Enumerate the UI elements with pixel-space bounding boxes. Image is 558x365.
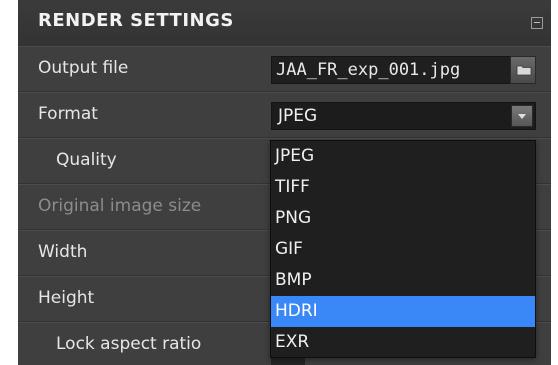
format-selected-value: JPEG — [278, 106, 318, 126]
format-option-bmp[interactable]: BMP — [271, 265, 535, 296]
panel-header: RENDER SETTINGS — [18, 0, 551, 47]
width-label: Width — [38, 242, 88, 262]
format-option-gif[interactable]: GIF — [271, 234, 535, 265]
format-option-exr[interactable]: EXR — [271, 327, 535, 358]
render-settings-panel: RENDER SETTINGS Output file JAA_FR_exp_0… — [18, 0, 551, 365]
row-format: Format JPEG — [18, 92, 551, 138]
panel-title: RENDER SETTINGS — [38, 10, 234, 31]
lock-aspect-ratio-label: Lock aspect ratio — [56, 334, 202, 354]
folder-icon — [516, 65, 532, 76]
browse-button[interactable] — [510, 56, 536, 84]
format-option-png[interactable]: PNG — [271, 203, 535, 234]
height-label: Height — [38, 288, 95, 308]
chevron-down-icon[interactable] — [511, 105, 533, 127]
output-file-label: Output file — [38, 58, 129, 78]
format-label: Format — [38, 104, 98, 124]
format-dropdown-list: JPEG TIFF PNG GIF BMP HDRI EXR — [270, 140, 536, 358]
original-image-size-label: Original image size — [38, 196, 202, 216]
format-option-tiff[interactable]: TIFF — [271, 172, 535, 203]
collapse-icon[interactable] — [531, 17, 543, 29]
format-select[interactable]: JPEG — [271, 102, 536, 130]
row-output-file: Output file JAA_FR_exp_001.jpg — [18, 46, 551, 92]
format-option-hdri[interactable]: HDRI — [271, 296, 535, 327]
output-file-value: JAA_FR_exp_001.jpg — [276, 60, 461, 80]
format-option-jpeg[interactable]: JPEG — [271, 141, 535, 172]
output-file-field[interactable]: JAA_FR_exp_001.jpg — [271, 56, 511, 84]
quality-label: Quality — [56, 150, 117, 170]
